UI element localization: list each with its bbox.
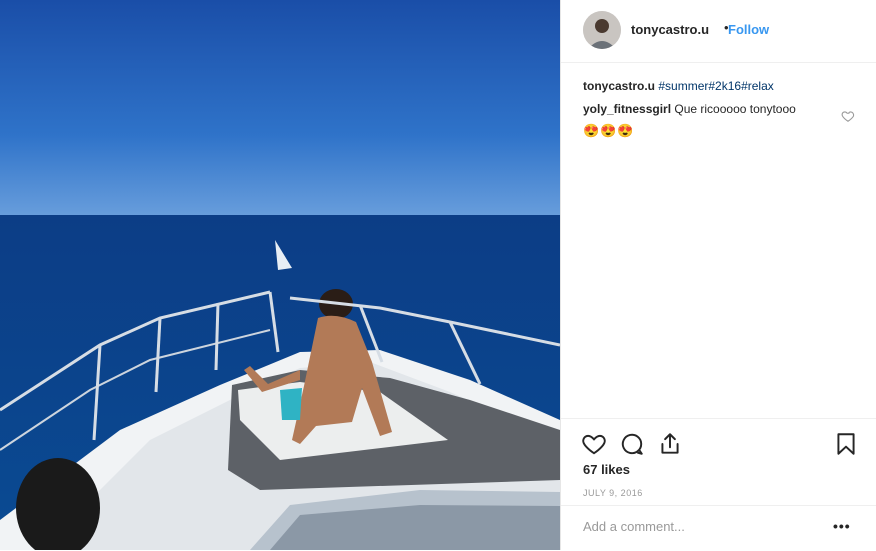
instagram-post: tonycastro.u • Follow tonycastro.u #summ… bbox=[0, 0, 876, 550]
bookmark-icon[interactable] bbox=[833, 431, 859, 457]
comment-emojis: 😍😍😍 bbox=[583, 123, 635, 138]
like-count[interactable]: 67 likes bbox=[583, 462, 630, 477]
avatar[interactable] bbox=[583, 11, 621, 49]
caption-username[interactable]: tonycastro.u bbox=[583, 79, 655, 93]
comment-icon[interactable] bbox=[619, 431, 645, 457]
comments-list: tonycastro.u #summer#2k16#relax yoly_fit… bbox=[583, 78, 863, 139]
add-comment-input[interactable]: Add a comment... bbox=[583, 519, 685, 534]
post-photo[interactable] bbox=[0, 0, 560, 550]
post-sidebar: tonycastro.u • Follow tonycastro.u #summ… bbox=[560, 0, 876, 550]
caption: tonycastro.u #summer#2k16#relax bbox=[583, 78, 863, 95]
post-date: JULY 9, 2016 bbox=[583, 488, 643, 498]
add-comment-bar: Add a comment... ••• bbox=[561, 505, 876, 551]
comment-like-icon[interactable] bbox=[841, 109, 855, 123]
share-icon[interactable] bbox=[657, 431, 683, 457]
post-header: tonycastro.u • Follow bbox=[561, 0, 876, 63]
comment-item: yoly_fitnessgirl Que ricooooo tonytooo bbox=[583, 101, 863, 118]
post-username[interactable]: tonycastro.u bbox=[631, 22, 709, 37]
comment-username[interactable]: yoly_fitnessgirl bbox=[583, 102, 671, 116]
more-options-icon[interactable]: ••• bbox=[833, 518, 851, 534]
follow-button[interactable]: Follow bbox=[728, 22, 769, 37]
caption-hashtags[interactable]: #summer#2k16#relax bbox=[658, 79, 773, 93]
comment-text: Que ricooooo tonytooo bbox=[674, 102, 796, 116]
heart-icon[interactable] bbox=[581, 431, 607, 457]
